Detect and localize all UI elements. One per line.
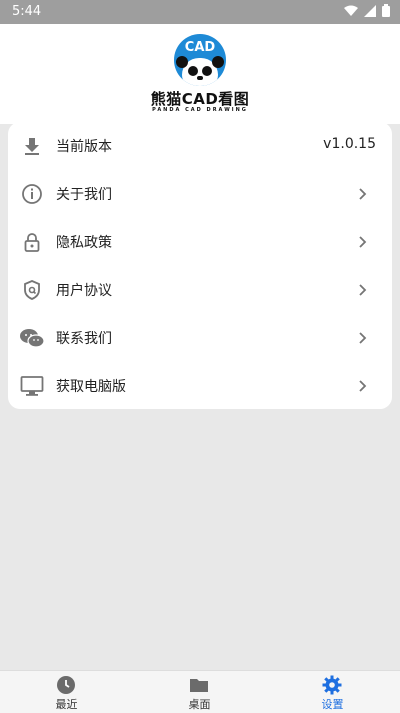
menu-item-privacy[interactable]: 隐私政策 [8,218,392,266]
tab-recent[interactable]: 最近 [0,671,133,713]
menu-item-agreement[interactable]: 用户协议 [8,266,392,314]
status-bar: 5:44 [0,0,400,24]
info-icon [18,180,46,208]
tab-label: 桌面 [188,698,211,711]
shield-icon [18,276,46,304]
settings-card: 当前版本 v1.0.15 关于我们 隐私政策 用户协议 联系我们 获取电脑版 [8,122,392,409]
tab-label: 最近 [55,698,78,711]
wechat-icon [18,324,46,352]
gear-icon [322,675,342,695]
menu-item-version[interactable]: 当前版本 v1.0.15 [8,122,392,170]
bottom-navigation: 最近 桌面 设置 [0,670,400,713]
menu-item-label: 隐私政策 [56,235,112,251]
menu-item-label: 用户协议 [56,283,112,299]
menu-item-desktop-version[interactable]: 获取电脑版 [8,362,392,410]
menu-item-label: 当前版本 [56,139,112,155]
logo-title: 熊猫CAD看图 [150,90,250,108]
logo-badge: CAD [174,34,226,86]
tab-desktop[interactable]: 桌面 [133,671,266,713]
menu-item-contact[interactable]: 联系我们 [8,314,392,362]
chevron-right-icon [359,380,367,392]
menu-item-label: 联系我们 [56,331,112,347]
monitor-icon [18,372,46,400]
wifi-icon [344,5,358,16]
app-header: CAD 熊猫CAD看图 PANDA CAD DRAWING [0,24,400,124]
lock-icon [18,228,46,256]
tab-label: 设置 [321,698,344,711]
status-time: 5:44 [12,4,42,19]
menu-item-label: 获取电脑版 [56,379,126,395]
chevron-right-icon [359,188,367,200]
logo-cad-text: CAD [184,40,216,55]
chevron-right-icon [359,284,367,296]
menu-item-label: 关于我们 [56,187,112,203]
chevron-right-icon [359,332,367,344]
version-value: v1.0.15 [323,136,376,152]
app-logo: CAD 熊猫CAD看图 PANDA CAD DRAWING [0,30,400,120]
download-icon [18,132,46,160]
battery-icon [382,4,390,17]
chevron-right-icon [359,236,367,248]
status-icons [344,4,390,17]
clock-icon [57,676,75,694]
signal-icon [364,4,376,17]
folder-icon [190,679,208,692]
logo-subtitle: PANDA CAD DRAWING [152,107,248,113]
menu-item-about[interactable]: 关于我们 [8,170,392,218]
tab-settings[interactable]: 设置 [266,671,399,713]
